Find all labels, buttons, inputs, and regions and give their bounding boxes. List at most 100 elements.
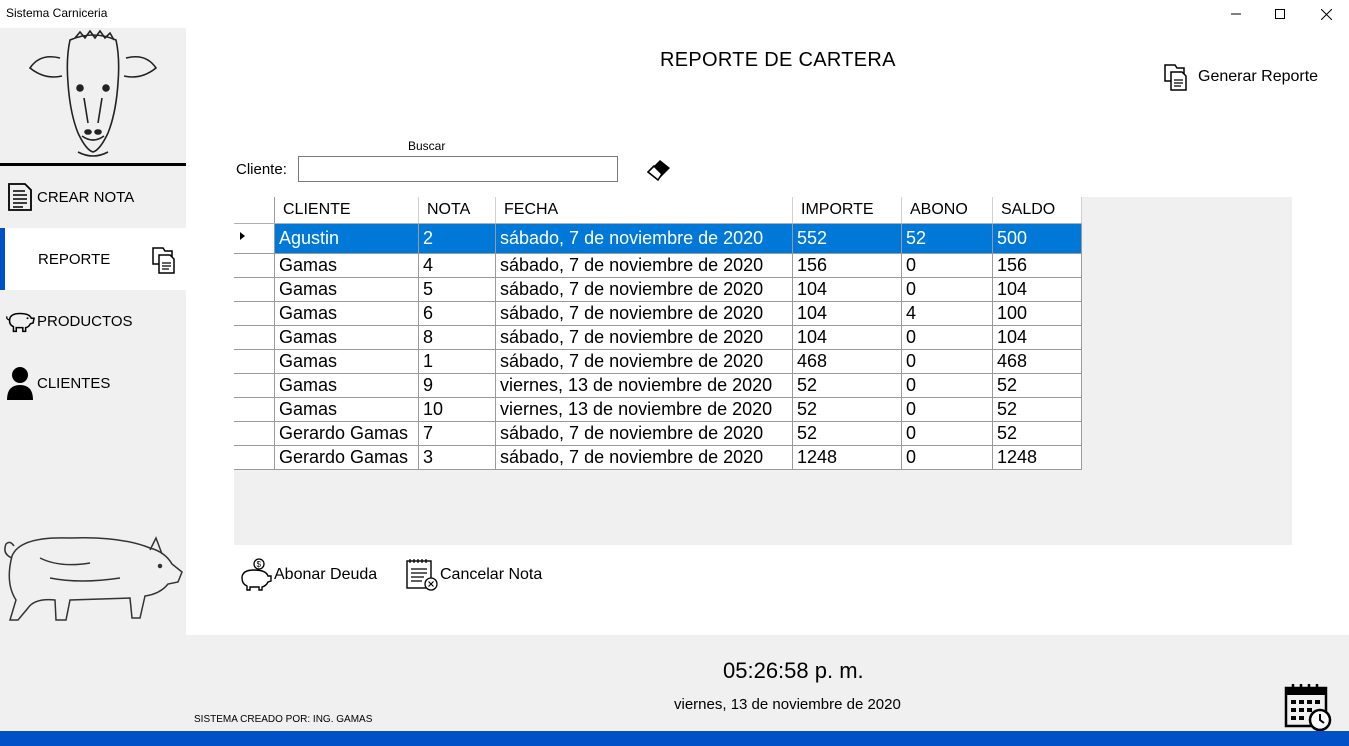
cell-nota[interactable]: 10 — [418, 397, 496, 422]
table-row[interactable]: Gerardo Gamas 3 sábado, 7 de noviembre de … — [234, 445, 1082, 470]
cell-abono[interactable]: 0 — [901, 445, 993, 470]
cell-fecha[interactable]: sábado, 7 de noviembre de 2020 — [495, 421, 793, 446]
cell-fecha[interactable]: sábado, 7 de noviembre de 2020 — [495, 349, 793, 374]
cell-importe[interactable]: 52 — [792, 373, 902, 398]
cell-abono[interactable]: 0 — [901, 325, 993, 350]
table-row[interactable]: Gerardo Gamas 7 sábado, 7 de noviembre de … — [234, 421, 1082, 446]
cell-nota[interactable]: 3 — [418, 445, 496, 470]
column-header-importe[interactable]: IMPORTE — [792, 197, 902, 224]
cell-nota[interactable]: 4 — [418, 253, 496, 278]
cell-saldo[interactable]: 156 — [992, 253, 1082, 278]
cell-cliente[interactable]: Gerardo Gamas — [274, 445, 419, 470]
cell-nota[interactable]: 8 — [418, 325, 496, 350]
cell-saldo[interactable]: 104 — [992, 325, 1082, 350]
row-header[interactable] — [234, 325, 275, 350]
cell-nota[interactable]: 1 — [418, 349, 496, 374]
maximize-button[interactable] — [1257, 0, 1303, 28]
cell-cliente[interactable]: Gamas — [274, 277, 419, 302]
calendar-clock-icon[interactable] — [1283, 682, 1333, 732]
cell-saldo[interactable]: 52 — [992, 373, 1082, 398]
row-header[interactable] — [234, 223, 275, 254]
cell-abono[interactable]: 0 — [901, 277, 993, 302]
cell-nota[interactable]: 6 — [418, 301, 496, 326]
cell-fecha[interactable]: sábado, 7 de noviembre de 2020 — [495, 253, 793, 278]
abonar-deuda-button[interactable]: $ Abonar Deuda — [238, 558, 377, 592]
table-row[interactable]: Gamas 1 sábado, 7 de noviembre de 2020 468 0… — [234, 349, 1082, 374]
cell-fecha[interactable]: sábado, 7 de noviembre de 2020 — [495, 325, 793, 350]
cell-importe[interactable]: 52 — [792, 421, 902, 446]
row-header[interactable] — [234, 253, 275, 278]
cell-fecha[interactable]: sábado, 7 de noviembre de 2020 — [495, 301, 793, 326]
cell-cliente[interactable]: Gamas — [274, 301, 419, 326]
cell-saldo[interactable]: 104 — [992, 277, 1082, 302]
cell-importe[interactable]: 156 — [792, 253, 902, 278]
cell-fecha[interactable]: viernes, 13 de noviembre de 2020 — [495, 397, 793, 422]
sidebar-item-reporte[interactable]: REPORTE — [0, 228, 186, 290]
cell-importe[interactable]: 552 — [792, 223, 902, 254]
column-header-nota[interactable]: NOTA — [418, 197, 496, 224]
row-header[interactable] — [234, 301, 275, 326]
cell-abono[interactable]: 0 — [901, 349, 993, 374]
close-button[interactable] — [1303, 0, 1349, 28]
row-header[interactable] — [234, 445, 275, 470]
cell-importe[interactable]: 468 — [792, 349, 902, 374]
cell-abono[interactable]: 0 — [901, 421, 993, 446]
row-header[interactable] — [234, 373, 275, 398]
column-header-saldo[interactable]: SALDO — [992, 197, 1082, 224]
cell-saldo[interactable]: 500 — [992, 223, 1082, 254]
cell-cliente[interactable]: Gamas — [274, 325, 419, 350]
cell-importe[interactable]: 1248 — [792, 445, 902, 470]
client-search-input[interactable] — [298, 156, 618, 182]
column-header-cliente[interactable]: CLIENTE — [274, 197, 419, 224]
cell-abono[interactable]: 0 — [901, 373, 993, 398]
sidebar-item-clientes[interactable]: CLIENTES — [0, 352, 186, 414]
eraser-icon[interactable] — [644, 154, 674, 184]
cell-cliente[interactable]: Gerardo Gamas — [274, 421, 419, 446]
cell-nota[interactable]: 7 — [418, 421, 496, 446]
table-row[interactable]: Gamas 6 sábado, 7 de noviembre de 2020 104 4… — [234, 301, 1082, 326]
generate-report-button[interactable]: Generar Reporte — [1162, 60, 1318, 94]
table-row[interactable]: Agustin 2 sábado, 7 de noviembre de 2020 55… — [234, 223, 1082, 254]
cell-nota[interactable]: 2 — [418, 223, 496, 254]
table-row[interactable]: Gamas 5 sábado, 7 de noviembre de 2020 104 0… — [234, 277, 1082, 302]
cell-saldo[interactable]: 468 — [992, 349, 1082, 374]
column-header-fecha[interactable]: FECHA — [495, 197, 793, 224]
table-row[interactable]: Gamas 10 viernes, 13 de noviembre de 2020 5… — [234, 397, 1082, 422]
cell-cliente[interactable]: Gamas — [274, 373, 419, 398]
cell-cliente[interactable]: Gamas — [274, 253, 419, 278]
cell-saldo[interactable]: 52 — [992, 421, 1082, 446]
cell-cliente[interactable]: Agustin — [274, 223, 419, 254]
row-header[interactable] — [234, 421, 275, 446]
cell-nota[interactable]: 5 — [418, 277, 496, 302]
cell-importe[interactable]: 52 — [792, 397, 902, 422]
cell-fecha[interactable]: sábado, 7 de noviembre de 2020 — [495, 223, 793, 254]
minimize-button[interactable] — [1213, 0, 1259, 28]
cell-saldo[interactable]: 52 — [992, 397, 1082, 422]
cell-abono[interactable]: 52 — [901, 223, 993, 254]
cell-importe[interactable]: 104 — [792, 325, 902, 350]
column-header-abono[interactable]: ABONO — [901, 197, 993, 224]
cell-importe[interactable]: 104 — [792, 301, 902, 326]
cell-importe[interactable]: 104 — [792, 277, 902, 302]
row-header[interactable] — [234, 349, 275, 374]
cell-cliente[interactable]: Gamas — [274, 349, 419, 374]
sidebar-item-productos[interactable]: PRODUCTOS — [0, 290, 186, 352]
cell-saldo[interactable]: 1248 — [992, 445, 1082, 470]
row-header[interactable] — [234, 397, 275, 422]
cell-abono[interactable]: 4 — [901, 301, 993, 326]
table-row[interactable]: Gamas 9 viernes, 13 de noviembre de 2020 52… — [234, 373, 1082, 398]
cell-fecha[interactable]: viernes, 13 de noviembre de 2020 — [495, 373, 793, 398]
table-header-row: CLIENTE NOTA FECHA IMPORTE ABONO SALDO — [234, 197, 1082, 224]
cell-fecha[interactable]: sábado, 7 de noviembre de 2020 — [495, 277, 793, 302]
cancelar-nota-button[interactable]: Cancelar Nota — [404, 558, 542, 592]
cell-abono[interactable]: 0 — [901, 253, 993, 278]
cell-cliente[interactable]: Gamas — [274, 397, 419, 422]
cell-saldo[interactable]: 100 — [992, 301, 1082, 326]
row-header[interactable] — [234, 277, 275, 302]
table-row[interactable]: Gamas 4 sábado, 7 de noviembre de 2020 156 0… — [234, 253, 1082, 278]
table-row[interactable]: Gamas 8 sábado, 7 de noviembre de 2020 104 0… — [234, 325, 1082, 350]
cell-nota[interactable]: 9 — [418, 373, 496, 398]
cell-abono[interactable]: 0 — [901, 397, 993, 422]
cell-fecha[interactable]: sábado, 7 de noviembre de 2020 — [495, 445, 793, 470]
sidebar-item-crear-nota[interactable]: CREAR NOTA — [0, 166, 186, 228]
